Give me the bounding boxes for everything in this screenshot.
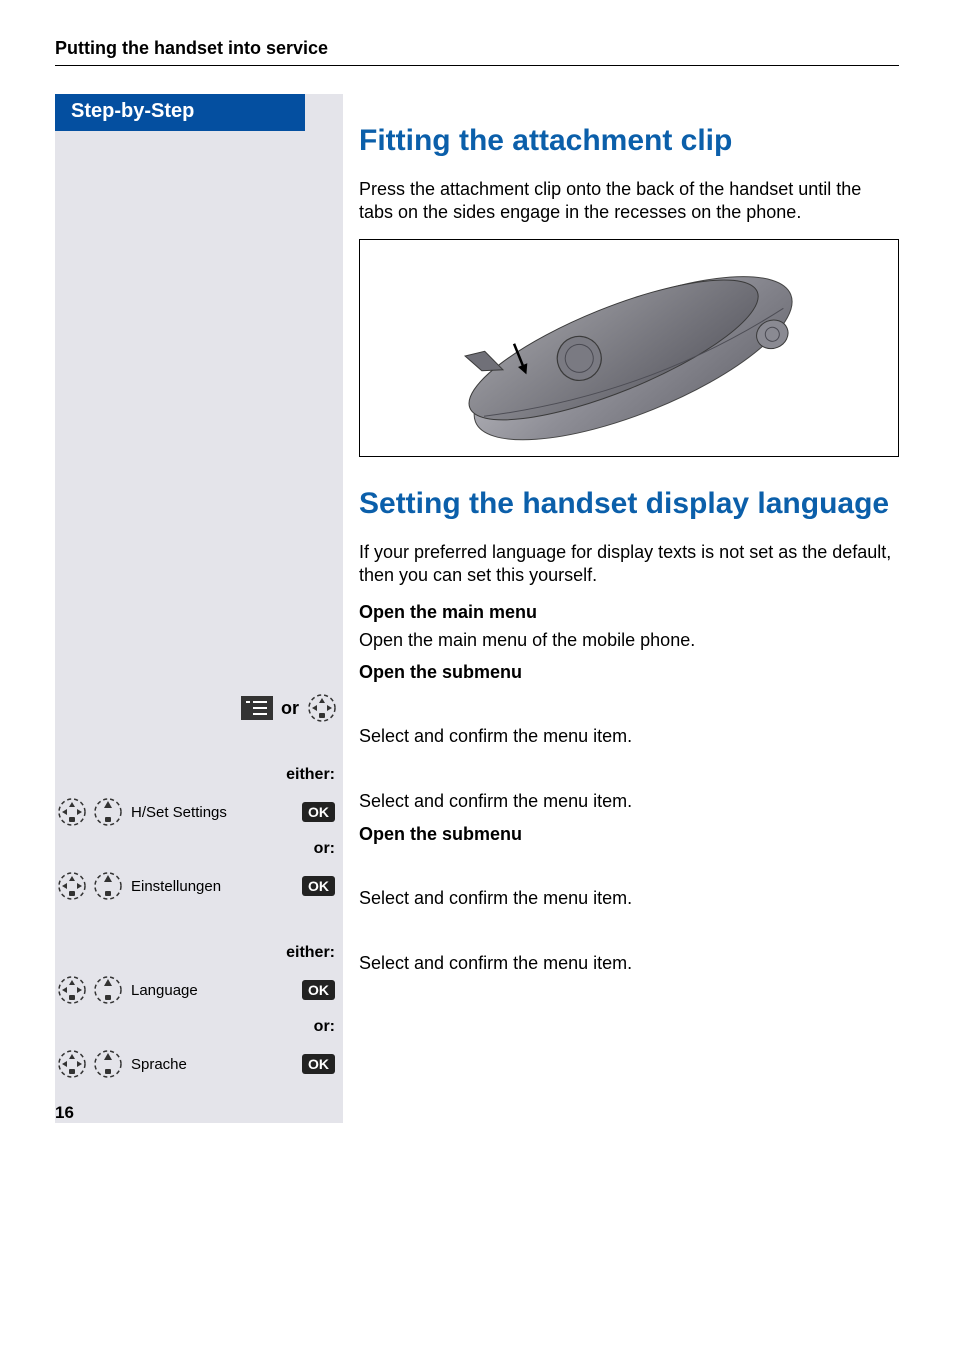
either-label: either: bbox=[286, 766, 343, 784]
nav-control-icon bbox=[57, 1049, 87, 1079]
select-confirm-text: Select and confirm the menu item. bbox=[359, 952, 899, 975]
header-divider bbox=[55, 65, 899, 66]
select-confirm-text: Select and confirm the menu item. bbox=[359, 725, 899, 748]
ok-badge: OK bbox=[302, 980, 335, 1000]
menu-item-hset: H/Set Settings bbox=[123, 804, 302, 821]
ok-badge: OK bbox=[302, 802, 335, 822]
ok-badge: OK bbox=[302, 1054, 335, 1074]
clip-instruction-text: Press the attachment clip onto the back … bbox=[359, 178, 899, 225]
or-label: or: bbox=[314, 1018, 343, 1036]
nav-control-icon bbox=[57, 871, 87, 901]
menu-item-sprache: Sprache bbox=[123, 1056, 302, 1073]
select-confirm-text: Select and confirm the menu item. bbox=[359, 790, 899, 813]
open-submenu-heading: Open the submenu bbox=[359, 662, 899, 683]
sidebar-tab: Step-by-Step bbox=[55, 94, 305, 131]
menu-item-einstellungen: Einstellungen bbox=[123, 878, 302, 895]
open-main-menu-heading: Open the main menu bbox=[359, 602, 899, 623]
ok-badge: OK bbox=[302, 876, 335, 896]
step-sidebar: Step-by-Step or either: H/Set Settings O… bbox=[55, 94, 343, 1123]
nav-up-icon bbox=[93, 871, 123, 901]
nav-up-icon bbox=[93, 1049, 123, 1079]
handset-illustration bbox=[359, 239, 899, 457]
either-label: either: bbox=[286, 944, 343, 962]
page-number: 16 bbox=[55, 1103, 74, 1123]
menu-item-language: Language bbox=[123, 982, 302, 999]
open-submenu-heading: Open the submenu bbox=[359, 824, 899, 845]
select-confirm-text: Select and confirm the menu item. bbox=[359, 887, 899, 910]
heading-display-language: Setting the handset display language bbox=[359, 487, 899, 521]
or-word: or bbox=[273, 698, 307, 719]
main-content: Fitting the attachment clip Press the at… bbox=[343, 94, 899, 1123]
nav-control-icon bbox=[307, 693, 337, 723]
nav-control-icon bbox=[57, 975, 87, 1005]
menu-icon bbox=[241, 696, 273, 720]
nav-up-icon bbox=[93, 797, 123, 827]
or-label: or: bbox=[314, 840, 343, 858]
open-main-menu-text: Open the main menu of the mobile phone. bbox=[359, 629, 899, 652]
nav-control-icon bbox=[57, 797, 87, 827]
page-header: Putting the handset into service bbox=[55, 38, 899, 65]
heading-fitting-clip: Fitting the attachment clip bbox=[359, 124, 899, 158]
nav-up-icon bbox=[93, 975, 123, 1005]
lang-intro-text: If your preferred language for display t… bbox=[359, 541, 899, 588]
